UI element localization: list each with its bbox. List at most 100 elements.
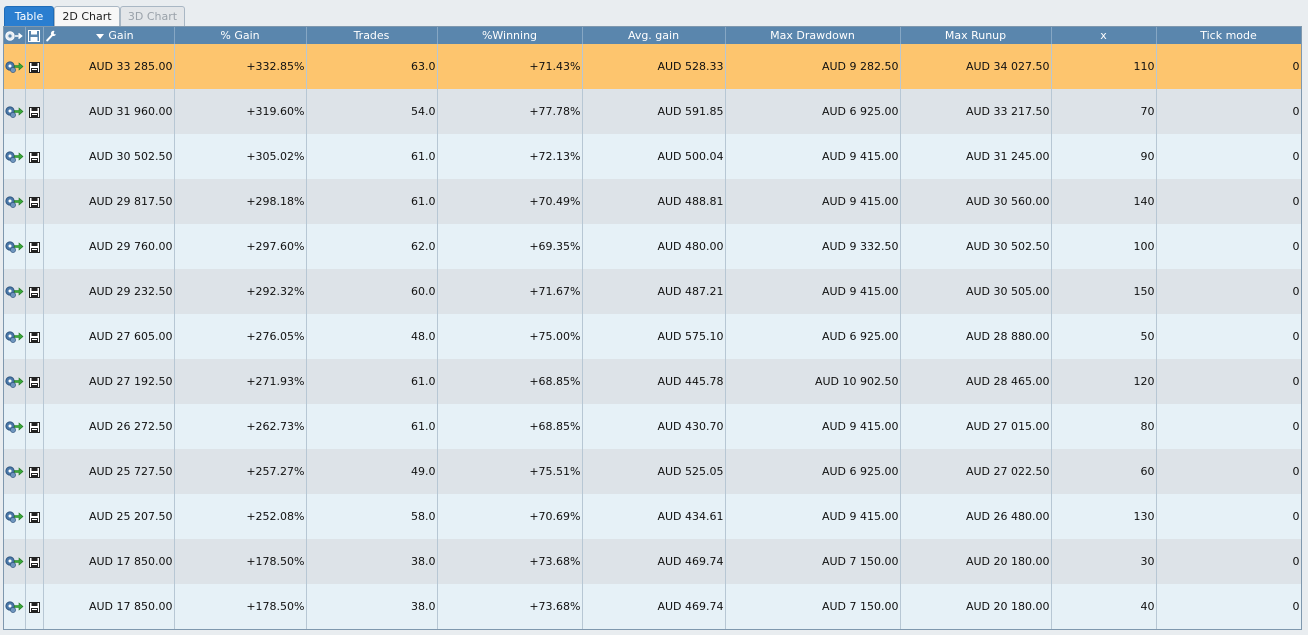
table-row[interactable]: AUD 29 232.50 +292.32% 60.0 +71.67% AUD 487.…	[4, 269, 1301, 314]
save-button[interactable]	[25, 134, 44, 179]
table-row[interactable]: AUD 26 272.50 +262.73% 61.0 +68.85% AUD 430.…	[4, 404, 1301, 449]
save-button[interactable]	[25, 359, 44, 404]
apply-settings-icon	[5, 555, 24, 568]
table-row[interactable]: AUD 30 502.50 +305.02% 61.0 +72.13% AUD 500.…	[4, 134, 1301, 179]
cell-pct-winning: +73.68%	[437, 539, 583, 584]
apply-settings-button[interactable]	[4, 494, 26, 539]
save-button[interactable]	[25, 584, 44, 629]
cell-gain: AUD 17 850.00	[43, 584, 175, 629]
cell-gain: AUD 31 960.00	[43, 89, 175, 134]
cell-gain: AUD 25 207.50	[43, 494, 175, 539]
apply-settings-button[interactable]	[4, 539, 26, 584]
apply-settings-button[interactable]	[4, 449, 26, 494]
save-button[interactable]	[25, 404, 44, 449]
table-row[interactable]: AUD 17 850.00 +178.50% 38.0 +73.68% AUD 469.…	[4, 539, 1301, 584]
cell-avg-gain: AUD 445.78	[582, 359, 726, 404]
apply-settings-button[interactable]	[4, 404, 26, 449]
column-header-pct-gain[interactable]: % Gain	[174, 27, 307, 44]
cell-max-runup: AUD 26 480.00	[900, 494, 1052, 539]
save-button[interactable]	[25, 494, 44, 539]
cell-avg-gain: AUD 525.05	[582, 449, 726, 494]
apply-settings-button[interactable]	[4, 314, 26, 359]
cell-avg-gain: AUD 488.81	[582, 179, 726, 224]
table-row[interactable]: AUD 25 207.50 +252.08% 58.0 +70.69% AUD 434.…	[4, 494, 1301, 539]
tab-table[interactable]: Table	[4, 6, 54, 26]
cell-max-runup: AUD 30 505.00	[900, 269, 1052, 314]
apply-settings-button[interactable]	[4, 584, 26, 629]
save-button[interactable]	[25, 179, 44, 224]
cell-gain: AUD 29 817.50	[43, 179, 175, 224]
apply-settings-button[interactable]	[4, 89, 26, 134]
header-run-settings[interactable]	[4, 27, 26, 44]
column-header-avg-gain[interactable]: Avg. gain	[582, 27, 726, 44]
save-button[interactable]	[25, 224, 44, 269]
apply-settings-button[interactable]	[4, 134, 26, 179]
cell-pct-winning: +72.13%	[437, 134, 583, 179]
cell-tick-mode: 0	[1156, 494, 1301, 539]
cell-max-drawdown: AUD 9 415.00	[725, 269, 901, 314]
apply-settings-button[interactable]	[4, 224, 26, 269]
save-button[interactable]	[25, 314, 44, 359]
optimization-results-panel: Table 2D Chart 3D Chart Gain % Gain Trad…	[0, 0, 1308, 635]
column-header-pct-winning[interactable]: %Winning	[437, 27, 583, 44]
cell-trades: 38.0	[306, 584, 438, 629]
cell-max-runup: AUD 33 217.50	[900, 89, 1052, 134]
save-icon	[28, 286, 40, 298]
save-icon	[28, 376, 40, 388]
table-row[interactable]: AUD 25 727.50 +257.27% 49.0 +75.51% AUD 525.…	[4, 449, 1301, 494]
save-button[interactable]	[25, 269, 44, 314]
apply-settings-button[interactable]	[4, 179, 26, 224]
cell-pct-gain: +298.18%	[174, 179, 307, 224]
save-button[interactable]	[25, 44, 44, 89]
cell-x: 50	[1051, 314, 1157, 359]
cell-x: 40	[1051, 584, 1157, 629]
cell-tick-mode: 0	[1156, 89, 1301, 134]
save-button[interactable]	[25, 89, 44, 134]
wrench-icon[interactable]	[45, 29, 57, 42]
column-header-max-runup[interactable]: Max Runup	[900, 27, 1052, 44]
apply-settings-icon	[5, 195, 24, 208]
column-header-gain[interactable]: Gain	[43, 27, 175, 44]
tab-2d-chart[interactable]: 2D Chart	[54, 6, 120, 26]
apply-settings-button[interactable]	[4, 269, 26, 314]
table-row[interactable]: AUD 29 817.50 +298.18% 61.0 +70.49% AUD 488.…	[4, 179, 1301, 224]
column-header-max-drawdown[interactable]: Max Drawdown	[725, 27, 901, 44]
cell-max-runup: AUD 27 015.00	[900, 404, 1052, 449]
apply-settings-button[interactable]	[4, 44, 26, 89]
cell-max-runup: AUD 30 502.50	[900, 224, 1052, 269]
apply-settings-button[interactable]	[4, 359, 26, 404]
cell-max-drawdown: AUD 9 415.00	[725, 404, 901, 449]
apply-settings-icon	[5, 285, 24, 298]
table-row[interactable]: AUD 17 850.00 +178.50% 38.0 +73.68% AUD 469.…	[4, 584, 1301, 629]
column-header-x[interactable]: x	[1051, 27, 1157, 44]
cell-x: 120	[1051, 359, 1157, 404]
cell-tick-mode: 0	[1156, 224, 1301, 269]
cell-avg-gain: AUD 469.74	[582, 539, 726, 584]
cell-trades: 61.0	[306, 404, 438, 449]
cell-max-runup: AUD 28 465.00	[900, 359, 1052, 404]
table-row[interactable]: AUD 33 285.00 +332.85% 63.0 +71.43% AUD 528.…	[4, 44, 1301, 89]
apply-settings-icon	[5, 465, 24, 478]
cell-gain: AUD 27 192.50	[43, 359, 175, 404]
cell-trades: 48.0	[306, 314, 438, 359]
column-header-tick-mode[interactable]: Tick mode	[1156, 27, 1301, 44]
table-row[interactable]: AUD 27 192.50 +271.93% 61.0 +68.85% AUD 445.…	[4, 359, 1301, 404]
view-tabs: Table 2D Chart 3D Chart	[0, 0, 1308, 26]
save-button[interactable]	[25, 539, 44, 584]
column-header-trades[interactable]: Trades	[306, 27, 438, 44]
header-save-all[interactable]	[25, 27, 44, 44]
table-row[interactable]: AUD 27 605.00 +276.05% 48.0 +75.00% AUD 575.…	[4, 314, 1301, 359]
apply-settings-icon	[5, 420, 24, 433]
cell-max-drawdown: AUD 9 415.00	[725, 179, 901, 224]
table-row[interactable]: AUD 31 960.00 +319.60% 54.0 +77.78% AUD 591.…	[4, 89, 1301, 134]
save-button[interactable]	[25, 449, 44, 494]
tab-3d-chart[interactable]: 3D Chart	[120, 6, 185, 26]
cell-trades: 63.0	[306, 44, 438, 89]
cell-pct-winning: +68.85%	[437, 359, 583, 404]
table-row[interactable]: AUD 29 760.00 +297.60% 62.0 +69.35% AUD 480.…	[4, 224, 1301, 269]
cell-x: 150	[1051, 269, 1157, 314]
cell-pct-gain: +262.73%	[174, 404, 307, 449]
cell-pct-winning: +69.35%	[437, 224, 583, 269]
cell-max-runup: AUD 31 245.00	[900, 134, 1052, 179]
cell-tick-mode: 0	[1156, 134, 1301, 179]
